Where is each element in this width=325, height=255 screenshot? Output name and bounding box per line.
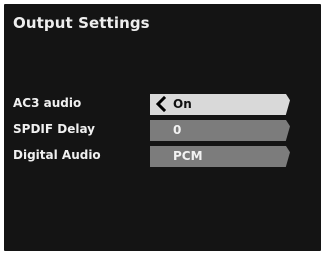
setting-row-spdif-delay: SPDIF Delay 0 bbox=[4, 119, 321, 141]
setting-row-digital-audio: Digital Audio PCM bbox=[4, 145, 321, 167]
chevron-left-icon bbox=[154, 96, 168, 112]
page-title: Output Settings bbox=[13, 14, 150, 32]
digital-audio-value: PCM bbox=[173, 149, 203, 163]
spdif-delay-value: 0 bbox=[173, 123, 182, 137]
setting-row-ac3-audio: AC3 audio On bbox=[4, 93, 321, 115]
setting-label-ac3-audio: AC3 audio bbox=[13, 96, 82, 110]
setting-label-digital-audio: Digital Audio bbox=[13, 148, 101, 162]
digital-audio-value-selector[interactable]: PCM bbox=[150, 146, 290, 167]
spdif-delay-value-selector[interactable]: 0 bbox=[150, 120, 290, 141]
output-settings-screen: Output Settings AC3 audio On SPDIF Delay… bbox=[4, 4, 321, 251]
ac3-audio-value: On bbox=[173, 97, 192, 111]
ac3-audio-value-selector[interactable]: On bbox=[150, 94, 290, 115]
setting-label-spdif-delay: SPDIF Delay bbox=[13, 122, 96, 136]
